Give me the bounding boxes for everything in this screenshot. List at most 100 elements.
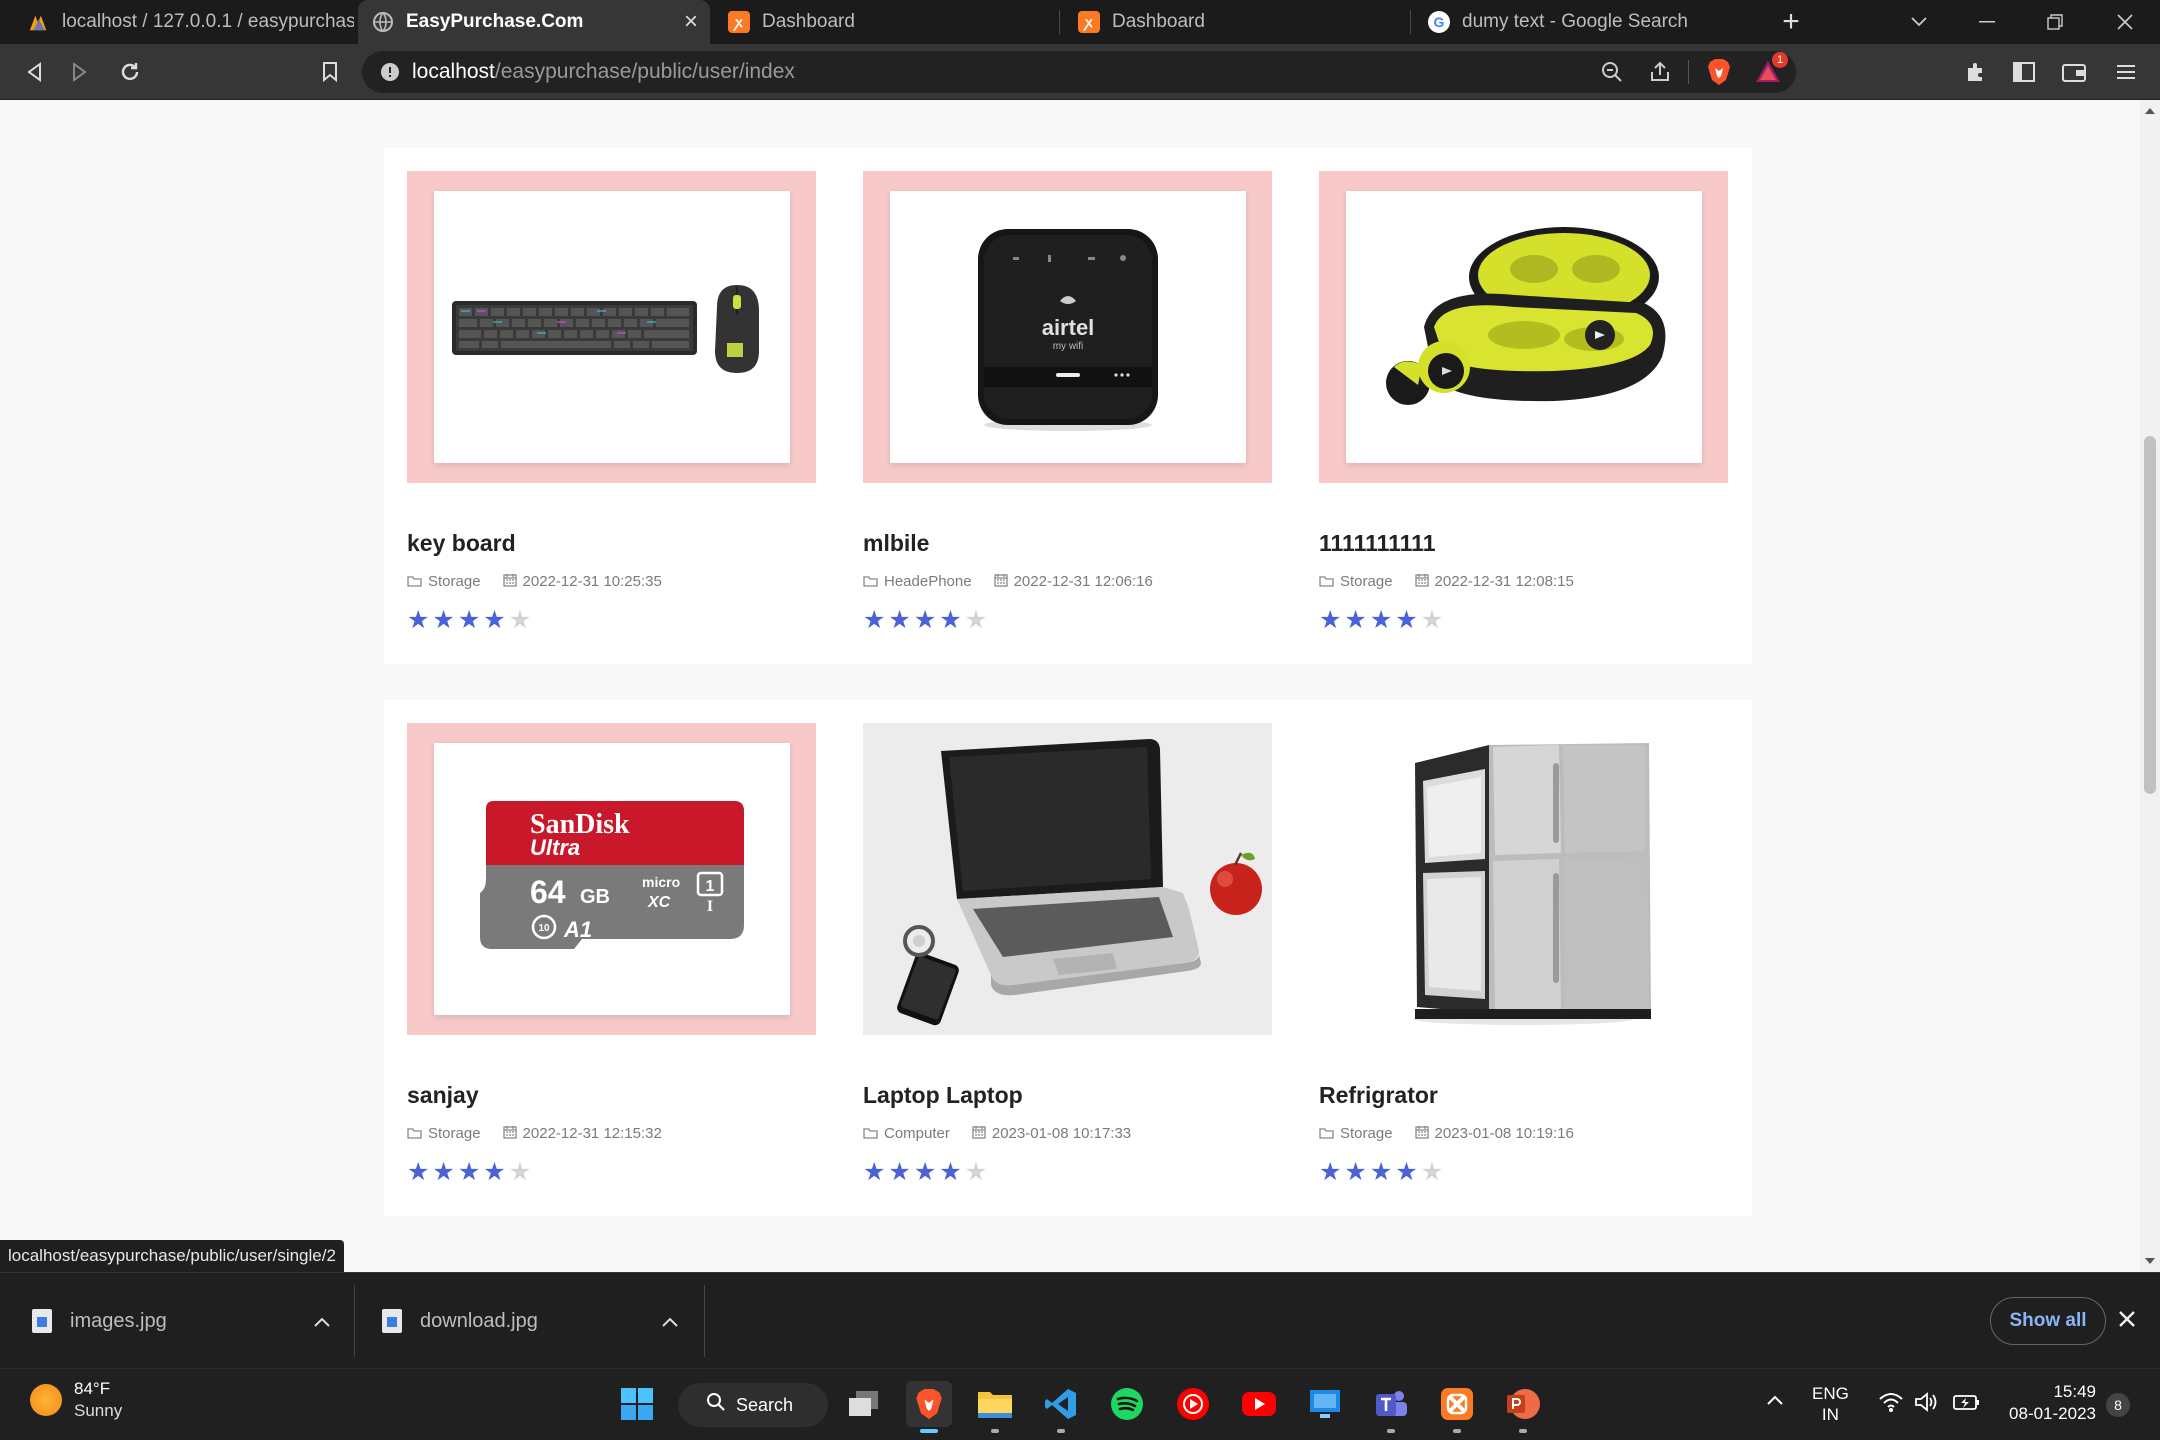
show-all-downloads-button[interactable]: Show all bbox=[1990, 1297, 2106, 1345]
product-date-group: 2022-12-31 10:25:35 bbox=[502, 573, 662, 590]
rewards-badge: 1 bbox=[1772, 52, 1788, 68]
star-icon: ★ bbox=[1319, 606, 1342, 634]
brave-taskbar-icon[interactable] bbox=[906, 1381, 952, 1433]
remote-desktop-icon[interactable] bbox=[1302, 1381, 1348, 1427]
product-title[interactable]: mlbile bbox=[863, 530, 929, 557]
taskbar-search[interactable]: Search bbox=[678, 1383, 828, 1427]
extensions-icon[interactable] bbox=[1958, 54, 1994, 90]
product-card[interactable]: 1111111111 Storage 2022-12-31 12:08:15 ★… bbox=[1296, 148, 1752, 664]
menu-icon[interactable] bbox=[2108, 54, 2144, 90]
volume-icon[interactable] bbox=[1914, 1391, 1940, 1418]
sdcard-uhs-text: 1 bbox=[706, 878, 715, 895]
product-category[interactable]: Storage bbox=[1340, 1125, 1393, 1142]
system-clock[interactable]: 15:49 08-01-2023 bbox=[2000, 1381, 2096, 1425]
youtube-icon[interactable] bbox=[1236, 1381, 1282, 1427]
powerpoint-icon[interactable] bbox=[1500, 1381, 1546, 1433]
chevron-up-icon[interactable] bbox=[662, 1310, 678, 1333]
product-date-group: 2023-01-08 10:19:16 bbox=[1414, 1125, 1574, 1142]
scroll-up-icon[interactable] bbox=[2145, 108, 2155, 114]
close-downloads-icon[interactable] bbox=[2118, 1303, 2136, 1335]
star-icon: ★ bbox=[1395, 606, 1418, 634]
reload-icon[interactable] bbox=[112, 54, 148, 90]
tab-easypurchase[interactable]: EasyPurchase.Com × bbox=[358, 0, 710, 44]
minimize-button[interactable] bbox=[1962, 0, 2012, 44]
start-button[interactable] bbox=[614, 1381, 660, 1427]
product-card[interactable]: Laptop Laptop Computer 2023-01-08 10:17:… bbox=[840, 700, 1296, 1216]
tab-search-dropdown-icon[interactable] bbox=[1894, 0, 1944, 44]
tab-dashboard-1[interactable]: ꭗ Dashboard bbox=[714, 0, 1054, 44]
tab-dashboard-2[interactable]: ꭗ Dashboard bbox=[1064, 0, 1404, 44]
product-thumbnail[interactable] bbox=[1319, 723, 1728, 1035]
globe-icon bbox=[372, 11, 394, 33]
product-thumbnail[interactable]: SanDisk Ultra 64 GB micro XC 1 I 10 A1 bbox=[407, 723, 816, 1035]
input-language[interactable]: ENG IN bbox=[1812, 1383, 1849, 1425]
close-tab-icon[interactable]: × bbox=[684, 8, 698, 36]
folder-icon bbox=[1319, 574, 1334, 590]
file-explorer-icon[interactable] bbox=[972, 1381, 1018, 1433]
vscode-icon[interactable] bbox=[1038, 1381, 1084, 1433]
product-category[interactable]: Storage bbox=[1340, 573, 1393, 590]
task-view-icon[interactable] bbox=[840, 1381, 886, 1427]
product-category[interactable]: Storage bbox=[428, 1125, 481, 1142]
product-card[interactable]: Refrigrator Storage 2023-01-08 10:19:16 … bbox=[1296, 700, 1752, 1216]
notification-badge[interactable]: 8 bbox=[2106, 1393, 2130, 1417]
calendar-icon bbox=[502, 573, 517, 590]
product-category[interactable]: HeadePhone bbox=[884, 573, 972, 590]
zoom-icon[interactable] bbox=[1600, 60, 1624, 89]
product-card[interactable]: key board Storage 2022-12-31 10:25:35 ★ ★… bbox=[384, 148, 840, 664]
product-thumbnail[interactable]: airtel my wifi bbox=[863, 171, 1272, 483]
product-thumbnail[interactable] bbox=[1319, 171, 1728, 483]
product-rating: ★ ★ ★ ★ ★ bbox=[863, 608, 990, 633]
youtube-music-icon[interactable] bbox=[1170, 1381, 1216, 1427]
product-date-group: 2022-12-31 12:15:32 bbox=[502, 1125, 662, 1142]
product-category[interactable]: Computer bbox=[884, 1125, 950, 1142]
product-thumbnail[interactable] bbox=[407, 171, 816, 483]
product-title[interactable]: Refrigrator bbox=[1319, 1082, 1438, 1109]
product-title[interactable]: 1111111111 bbox=[1319, 530, 1436, 557]
close-window-button[interactable] bbox=[2100, 0, 2150, 44]
new-tab-button[interactable]: + bbox=[1766, 0, 1816, 44]
product-meta: Storage 2022-12-31 10:25:35 bbox=[407, 573, 662, 590]
restore-button[interactable] bbox=[2030, 0, 2080, 44]
product-title[interactable]: sanjay bbox=[407, 1082, 479, 1109]
product-card[interactable]: SanDisk Ultra 64 GB micro XC 1 I 10 A1 s… bbox=[384, 700, 840, 1216]
brave-shields-icon[interactable] bbox=[1706, 58, 1732, 91]
product-date: 2022-12-31 10:25:35 bbox=[522, 573, 662, 590]
address-bar[interactable]: localhost/easypurchase/public/user/index… bbox=[362, 51, 1796, 93]
bookmark-icon[interactable] bbox=[312, 54, 348, 90]
teams-icon[interactable] bbox=[1368, 1381, 1414, 1433]
spotify-icon[interactable] bbox=[1104, 1381, 1150, 1427]
battery-icon[interactable] bbox=[1952, 1391, 1980, 1418]
star-icon: ★ bbox=[913, 1158, 937, 1186]
sdcard-standard-text: micro bbox=[642, 874, 680, 890]
product-date: 2023-01-08 10:19:16 bbox=[1434, 1125, 1574, 1142]
product-title[interactable]: Laptop Laptop bbox=[863, 1082, 1023, 1109]
share-icon[interactable] bbox=[1648, 60, 1672, 89]
wifi-icon[interactable] bbox=[1878, 1391, 1904, 1418]
scroll-down-icon[interactable] bbox=[2145, 1258, 2155, 1264]
xampp-taskbar-icon[interactable] bbox=[1434, 1381, 1480, 1433]
site-info-icon[interactable] bbox=[380, 62, 400, 87]
star-icon: ★ bbox=[483, 606, 506, 634]
back-icon[interactable] bbox=[16, 54, 52, 90]
product-title[interactable]: key board bbox=[407, 530, 516, 557]
forward-icon[interactable] bbox=[62, 54, 98, 90]
chevron-up-icon[interactable] bbox=[314, 1310, 330, 1333]
star-icon: ★ bbox=[939, 1158, 962, 1186]
tab-google-search[interactable]: G dumy text - Google Search bbox=[1414, 0, 1754, 44]
scrollbar-thumb[interactable] bbox=[2144, 436, 2156, 794]
product-card[interactable]: airtel my wifi mlbile HeadePhone 2022-12… bbox=[840, 148, 1296, 664]
page-scrollbar[interactable] bbox=[2140, 100, 2160, 1272]
download-item[interactable]: images.jpg bbox=[32, 1273, 342, 1369]
download-item[interactable]: download.jpg bbox=[382, 1273, 692, 1369]
sdcard-xc-text: XC bbox=[647, 894, 671, 911]
tab-separator bbox=[1410, 10, 1411, 34]
product-thumbnail[interactable] bbox=[863, 723, 1272, 1035]
sidebar-icon[interactable] bbox=[2006, 54, 2042, 90]
wallet-icon[interactable] bbox=[2056, 54, 2092, 90]
tab-phpmyadmin[interactable]: localhost / 127.0.0.1 / easypurchase / bbox=[14, 0, 354, 44]
product-category[interactable]: Storage bbox=[428, 573, 481, 590]
download-separator bbox=[354, 1285, 355, 1357]
weather-widget[interactable]: 84°F Sunny bbox=[30, 1379, 122, 1421]
show-hidden-icons[interactable] bbox=[1766, 1391, 1784, 1411]
